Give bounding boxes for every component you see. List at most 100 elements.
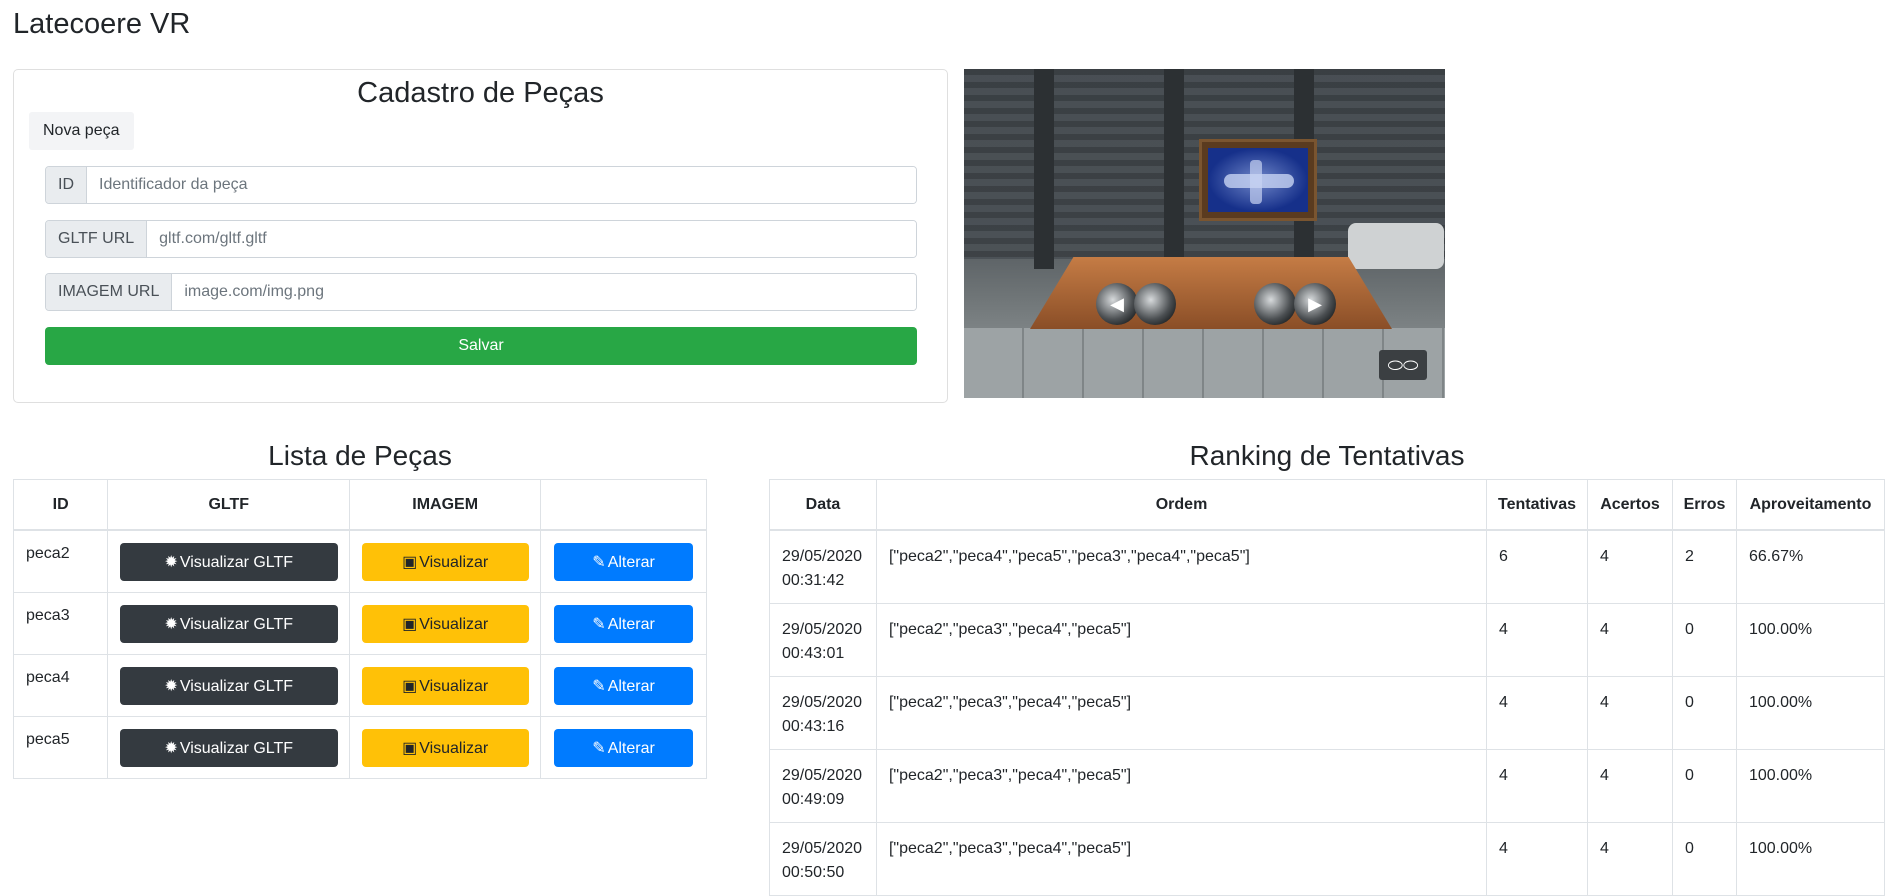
table-row: 29/05/2020 00:43:01 ["peca2","peca3","pec… — [769, 602, 1886, 677]
part-id: peca5 — [12, 715, 109, 779]
edit-label: Alterar — [607, 739, 655, 757]
attempt-score: 100.00% — [1735, 748, 1886, 823]
ranking-table: Data Ordem Tentativas Acertos Erros Apro… — [769, 479, 1886, 896]
attempt-tries: 4 — [1486, 748, 1589, 823]
vr-cart — [1348, 223, 1444, 269]
table-row: 29/05/2020 00:49:09 ["peca2","peca3","pec… — [769, 748, 1886, 823]
attempt-score: 100.00% — [1735, 675, 1886, 750]
table-row: peca4 ✹ Visualizar GLTF ▣ Visualizar ✎ Alte… — [12, 653, 707, 717]
arrow-right-icon[interactable]: ▶ — [1294, 283, 1336, 325]
attempt-date: 29/05/2020 — [782, 548, 863, 565]
attempt-tries: 4 — [1486, 602, 1589, 677]
vr-blueprint-frame — [1199, 139, 1317, 221]
attempt-time: 00:49:09 — [782, 790, 845, 808]
edit-button[interactable]: ✎ Alterar — [554, 604, 694, 643]
column-header-gltf: GLTF — [107, 479, 351, 531]
gear-icon: ✹ — [164, 739, 178, 757]
attempt-errors: 0 — [1671, 602, 1737, 677]
tab-nova-peca[interactable]: Nova peça — [29, 112, 134, 150]
view-image-button[interactable]: ▣ Visualizar — [361, 728, 529, 767]
attempt-score: 66.67% — [1735, 529, 1886, 604]
edit-label: Alterar — [607, 615, 655, 633]
attempt-errors: 0 — [1671, 748, 1737, 823]
column-header-tentativas: Tentativas — [1486, 479, 1589, 531]
attempt-time: 00:31:42 — [782, 572, 845, 589]
view-image-label: Visualizar — [419, 615, 489, 633]
view-image-button[interactable]: ▣ Visualizar — [361, 543, 529, 581]
part-wheel-icon[interactable] — [1254, 283, 1296, 325]
attempt-order: ["peca2","peca3","peca4","peca5"] — [875, 602, 1488, 677]
attempt-tries: 4 — [1486, 821, 1589, 896]
attempt-errors: 0 — [1671, 675, 1737, 750]
part-id: peca3 — [12, 591, 109, 655]
column-header-acertos: Acertos — [1587, 479, 1673, 531]
attempt-hits: 4 — [1587, 529, 1673, 604]
id-field[interactable] — [87, 167, 916, 203]
attempt-hits: 4 — [1587, 602, 1673, 677]
attempt-hits: 4 — [1587, 748, 1673, 823]
table-row: peca5 ✹ Visualizar GLTF ▣ Visualizar ✎ Alte… — [12, 715, 707, 779]
view-gltf-button[interactable]: ✹ Visualizar GLTF — [119, 543, 338, 581]
edit-label: Alterar — [607, 677, 655, 695]
part-id: peca4 — [12, 653, 109, 717]
edit-icon: ✎ — [592, 677, 606, 695]
attempt-errors: 0 — [1671, 821, 1737, 896]
view-gltf-button[interactable]: ✹ Visualizar GLTF — [119, 728, 338, 767]
attempt-datetime: 29/05/2020 00:43:16 — [769, 675, 877, 750]
attempt-datetime: 29/05/2020 00:50:50 — [769, 821, 877, 896]
image-url-field[interactable] — [172, 274, 916, 310]
attempt-datetime: 29/05/2020 00:31:42 — [769, 529, 877, 604]
vr-airplane-wing — [1250, 160, 1262, 204]
view-image-label: Visualizar — [419, 677, 489, 695]
vr-table — [1030, 257, 1392, 329]
edit-label: Alterar — [607, 554, 655, 571]
column-header-erros: Erros — [1671, 479, 1737, 531]
attempt-datetime: 29/05/2020 00:43:01 — [769, 602, 877, 677]
column-header-actions — [540, 479, 707, 531]
attempt-date: 29/05/2020 — [782, 620, 863, 638]
gear-icon: ✹ — [164, 677, 178, 695]
edit-icon: ✎ — [592, 739, 606, 757]
attempt-time: 00:43:01 — [782, 644, 845, 662]
save-button[interactable]: Salvar — [45, 327, 917, 365]
attempt-order: ["peca2","peca3","peca4","peca5"] — [875, 675, 1488, 750]
image-icon: ▣ — [402, 677, 418, 695]
vr-floor — [964, 328, 1445, 398]
attempt-datetime: 29/05/2020 00:49:09 — [769, 748, 877, 823]
vr-headset-icon[interactable]: ⬭⬭ — [1379, 350, 1427, 380]
gltf-url-field[interactable] — [147, 221, 916, 257]
gltf-url-field-label: GLTF URL — [46, 221, 148, 257]
vr-blueprint-image — [1208, 148, 1308, 212]
part-wheel-icon[interactable] — [1134, 283, 1176, 325]
edit-button[interactable]: ✎ Alterar — [554, 666, 694, 705]
table-row: 29/05/2020 00:31:42 ["peca2","peca4","pec… — [769, 529, 1886, 604]
view-gltf-label: Visualizar GLTF — [179, 739, 294, 757]
vr-scene-canvas[interactable]: ◀ ▶ ⬭⬭ — [964, 69, 1445, 398]
view-image-button[interactable]: ▣ Visualizar — [361, 666, 529, 705]
attempt-date: 29/05/2020 — [782, 766, 863, 784]
ranking-title: Ranking de Tentativas — [1189, 440, 1465, 471]
attempt-time: 00:43:16 — [782, 717, 845, 735]
vr-pillar — [1164, 69, 1184, 269]
column-header-ordem: Ordem — [875, 479, 1488, 531]
view-image-button[interactable]: ▣ Visualizar — [361, 604, 529, 643]
part-id: peca2 — [12, 529, 109, 593]
column-header-imagem: IMAGEM — [349, 479, 542, 531]
image-url-field-label: IMAGEM URL — [46, 274, 173, 310]
image-icon: ▣ — [402, 739, 418, 757]
id-input-group: ID — [45, 166, 917, 204]
edit-button[interactable]: ✎ Alterar — [554, 728, 694, 767]
attempt-order: ["peca2","peca3","peca4","peca5"] — [875, 821, 1488, 896]
view-gltf-button[interactable]: ✹ Visualizar GLTF — [119, 604, 338, 643]
attempt-time: 00:50:50 — [782, 863, 845, 881]
attempt-tries: 4 — [1486, 675, 1589, 750]
attempt-score: 100.00% — [1735, 602, 1886, 677]
column-header-id: ID — [12, 479, 109, 531]
edit-button[interactable]: ✎ Alterar — [554, 543, 694, 581]
gear-icon: ✹ — [164, 554, 178, 571]
view-gltf-button[interactable]: ✹ Visualizar GLTF — [119, 666, 338, 705]
cadastro-card: Cadastro de Peças Nova peça ID GLTF URL … — [13, 69, 948, 403]
arrow-left-icon[interactable]: ◀ — [1096, 283, 1138, 325]
attempt-errors: 2 — [1671, 529, 1737, 604]
view-image-label: Visualizar — [419, 739, 489, 757]
